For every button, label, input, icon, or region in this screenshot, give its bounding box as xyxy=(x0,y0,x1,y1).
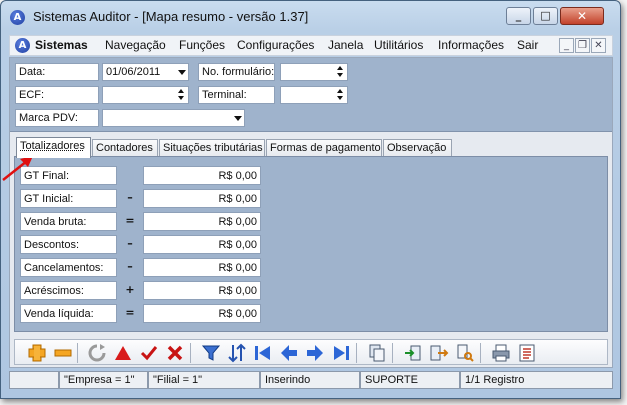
tab-situacoes-tributarias[interactable]: Situações tributárias xyxy=(159,139,265,157)
print-icon[interactable] xyxy=(491,343,511,363)
menu-janela[interactable]: Janela xyxy=(328,38,363,52)
data-label: Data: xyxy=(15,63,99,81)
menu-navegacao[interactable]: Navegação xyxy=(105,38,166,52)
search-records-icon[interactable] xyxy=(455,343,475,363)
minimize-button[interactable]: _ xyxy=(506,7,531,25)
tab-formas-de-pagamento[interactable]: Formas de pagamento xyxy=(266,139,382,157)
status-mode: Inserindo xyxy=(260,371,360,389)
add-icon[interactable] xyxy=(27,343,47,363)
last-record-icon[interactable] xyxy=(331,343,351,363)
title-bar[interactable]: A Sistemas Auditor - [Mapa resumo - vers… xyxy=(1,1,620,33)
next-record-icon[interactable] xyxy=(305,343,325,363)
tab-totalizadores[interactable]: Totalizadores xyxy=(16,137,91,158)
cancel-icon[interactable] xyxy=(165,343,185,363)
status-empresa: "Empresa = 1" xyxy=(59,371,148,389)
menu-sair[interactable]: Sair xyxy=(517,38,538,52)
export-icon[interactable] xyxy=(429,343,449,363)
menu-funcoes[interactable]: Funções xyxy=(179,38,225,52)
venda-bruta-field[interactable]: R$ 0,00 xyxy=(143,212,261,231)
sort-icon[interactable] xyxy=(227,343,247,363)
status-user: SUPORTE xyxy=(360,371,460,389)
header-form: Data: 01/06/2011 No. formulário: ECF: Te… xyxy=(10,58,612,132)
chevron-down-icon[interactable] xyxy=(178,70,186,75)
ecf-label: ECF: xyxy=(15,86,99,104)
mdi-restore-button[interactable]: ❐ xyxy=(575,38,590,53)
spinner-icon[interactable] xyxy=(337,65,345,79)
import-icon[interactable] xyxy=(403,343,423,363)
totalizadores-panel: GT Final: R$ 0,00 GT Inicial: – R$ 0,00 … xyxy=(14,156,608,332)
operator: = xyxy=(125,214,135,227)
gt-final-label: GT Final: xyxy=(20,166,117,185)
spinner-icon[interactable] xyxy=(337,88,345,102)
chevron-down-icon[interactable] xyxy=(234,116,242,121)
menu-bar: A Sistemas Navegação Funções Configuraçõ… xyxy=(9,35,613,56)
menu-logo-icon[interactable]: A xyxy=(15,38,30,53)
warning-icon[interactable] xyxy=(113,343,133,363)
gt-final-field[interactable]: R$ 0,00 xyxy=(143,166,261,185)
first-record-icon[interactable] xyxy=(253,343,273,363)
operator: = xyxy=(125,306,135,319)
mdi-close-button[interactable]: ✕ xyxy=(591,38,606,53)
operator: – xyxy=(127,237,133,250)
menu-informacoes[interactable]: Informações xyxy=(438,38,504,52)
tab-contadores[interactable]: Contadores xyxy=(92,139,158,157)
window-title: Sistemas Auditor - [Mapa resumo - versão… xyxy=(33,9,309,24)
filter-icon[interactable] xyxy=(201,343,221,363)
cancelamentos-field[interactable]: R$ 0,00 xyxy=(143,258,261,277)
tab-observacao[interactable]: Observação xyxy=(383,139,452,157)
marca-pdv-label: Marca PDV: xyxy=(15,109,99,127)
refresh-icon[interactable] xyxy=(87,343,107,363)
venda-liquida-field[interactable]: R$ 0,00 xyxy=(143,304,261,323)
previous-record-icon[interactable] xyxy=(279,343,299,363)
operator: + xyxy=(125,283,135,296)
venda-liquida-label: Venda líquida: xyxy=(20,304,117,323)
venda-bruta-label: Venda bruta: xyxy=(20,212,117,231)
spinner-icon[interactable] xyxy=(178,88,186,102)
formulario-field[interactable] xyxy=(280,63,348,81)
acrescimos-label: Acréscimos: xyxy=(20,281,117,300)
data-value: 01/06/2011 xyxy=(106,66,161,78)
status-cell-empty xyxy=(9,371,59,389)
status-bar: "Empresa = 1" "Filial = 1" Inserindo SUP… xyxy=(9,371,613,389)
cancelamentos-label: Cancelamentos: xyxy=(20,258,117,277)
acrescimos-field[interactable]: R$ 0,00 xyxy=(143,281,261,300)
record-toolbar xyxy=(14,339,608,365)
child-window: Data: 01/06/2011 No. formulário: ECF: Te… xyxy=(9,57,613,368)
gt-inicial-label: GT Inicial: xyxy=(20,189,117,208)
data-combo[interactable]: 01/06/2011 xyxy=(102,63,189,81)
maximize-button[interactable]: □ xyxy=(533,7,558,25)
tab-label: Totalizadores xyxy=(20,140,85,152)
operator: – xyxy=(127,260,133,273)
app-logo-icon: A xyxy=(10,10,25,25)
gt-inicial-field[interactable]: R$ 0,00 xyxy=(143,189,261,208)
mdi-minimize-button[interactable]: _ xyxy=(559,38,574,53)
terminal-field[interactable] xyxy=(280,86,348,104)
descontos-field[interactable]: R$ 0,00 xyxy=(143,235,261,254)
formulario-label: No. formulário: xyxy=(198,63,275,81)
main-window: A Sistemas Auditor - [Mapa resumo - vers… xyxy=(0,0,621,399)
remove-icon[interactable] xyxy=(53,343,73,363)
status-filial: "Filial = 1" xyxy=(148,371,260,389)
status-records: 1/1 Registro xyxy=(460,371,613,389)
ecf-field[interactable] xyxy=(102,86,189,104)
check-icon[interactable] xyxy=(139,343,159,363)
menu-sistemas[interactable]: Sistemas xyxy=(35,38,88,52)
menu-configuracoes[interactable]: Configurações xyxy=(237,38,314,52)
terminal-label: Terminal: xyxy=(198,86,275,104)
menu-utilitarios[interactable]: Utilitários xyxy=(374,38,423,52)
descontos-label: Descontos: xyxy=(20,235,117,254)
close-button[interactable]: ✕ xyxy=(560,7,604,25)
copy-icon[interactable] xyxy=(367,343,387,363)
operator: – xyxy=(127,191,133,204)
marca-pdv-combo[interactable] xyxy=(102,109,245,127)
report-icon[interactable] xyxy=(517,343,537,363)
